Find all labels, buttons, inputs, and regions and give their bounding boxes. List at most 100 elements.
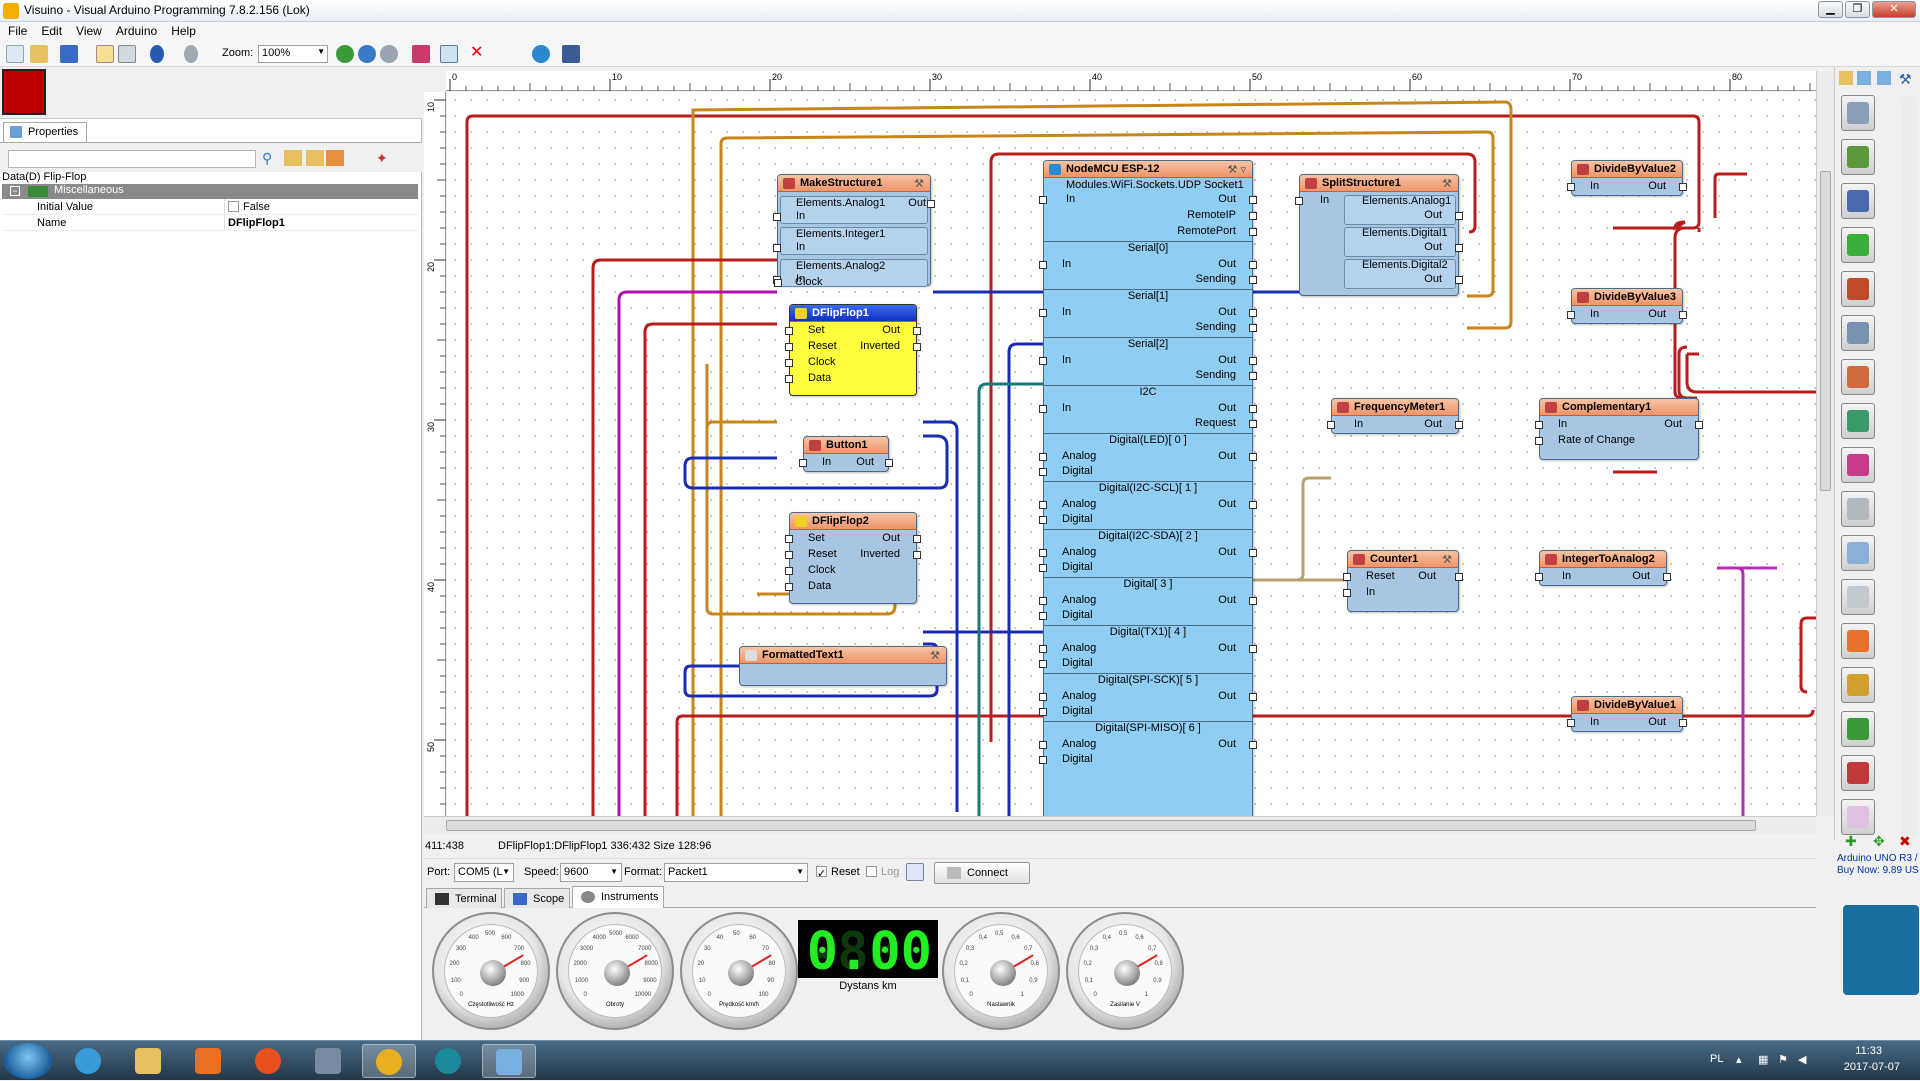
- input-pin[interactable]: Digital: [1039, 705, 1093, 717]
- tools-icon[interactable]: ⚒ ▿: [1228, 163, 1246, 176]
- input-pin[interactable]: Analog: [1038, 450, 1096, 462]
- input-pin[interactable]: In: [1534, 418, 1567, 430]
- language-indicator[interactable]: PL: [1710, 1053, 1723, 1065]
- output-pin[interactable]: Out: [856, 456, 893, 468]
- maximize-button[interactable]: ❐: [1845, 1, 1870, 18]
- input-pin[interactable]: Analog: [1038, 642, 1096, 654]
- input-pin[interactable]: Digital: [1039, 513, 1093, 525]
- tools-icon[interactable]: ⚒: [1442, 553, 1452, 566]
- input-pin[interactable]: Digital: [1039, 561, 1093, 573]
- output-pin[interactable]: Out: [908, 197, 935, 209]
- component-header[interactable]: DivideByValue2: [1572, 161, 1682, 178]
- component-header[interactable]: SplitStructure1 ⚒: [1300, 175, 1458, 192]
- output-pin[interactable]: Sending: [1196, 369, 1258, 381]
- output-pin[interactable]: Out: [1218, 690, 1257, 702]
- reset-checkbox[interactable]: ✓ Reset: [816, 866, 860, 880]
- input-pin[interactable]: Digital: [1039, 657, 1093, 669]
- output-pin[interactable]: Out: [1218, 193, 1257, 205]
- sort-icon[interactable]: [326, 150, 344, 166]
- property-row[interactable]: Name DFlipFlop1: [2, 215, 418, 231]
- output-pin[interactable]: Out: [1424, 241, 1463, 253]
- speaker-icon[interactable]: ◀: [1798, 1053, 1806, 1066]
- category-miscellaneous[interactable]: − Miscellaneous: [2, 184, 418, 199]
- component-header[interactable]: Complementary1: [1540, 399, 1698, 416]
- filter-icon[interactable]: ⚲: [262, 150, 280, 166]
- output-pin[interactable]: Out: [1218, 546, 1257, 558]
- tab-properties[interactable]: Properties: [3, 122, 87, 142]
- palette-category-button[interactable]: [1841, 799, 1875, 835]
- output-pin[interactable]: Out: [1218, 642, 1257, 654]
- property-row[interactable]: Initial Value False: [2, 199, 418, 215]
- output-pin[interactable]: Out: [1218, 402, 1257, 414]
- menu-arduino[interactable]: Arduino: [108, 22, 163, 38]
- input-pin[interactable]: Set: [785, 324, 825, 336]
- output-pin[interactable]: Out: [1218, 594, 1257, 606]
- output-pin[interactable]: Inverted: [860, 340, 921, 352]
- palette-category-button[interactable]: [1841, 95, 1875, 131]
- output-pin[interactable]: Out: [1424, 209, 1463, 221]
- component-header[interactable]: NodeMCU ESP-12 ⚒ ▿: [1044, 161, 1252, 178]
- input-pin[interactable]: Reset: [785, 340, 837, 352]
- make-structure-component[interactable]: MakeStructure1 ⚒ Elements.Analog1 In Elem…: [772, 174, 935, 287]
- input-pin[interactable]: In: [1294, 194, 1329, 206]
- palette-category-button[interactable]: [1841, 315, 1875, 351]
- open-file-icon[interactable]: [30, 45, 48, 63]
- output-pin[interactable]: Out: [1218, 306, 1257, 318]
- arduino-board-image[interactable]: [1843, 905, 1919, 995]
- log-checkbox[interactable]: Log: [866, 866, 899, 878]
- component-header[interactable]: DFlipFlop1: [790, 305, 916, 322]
- globe-icon[interactable]: [532, 45, 550, 63]
- clock-pin[interactable]: Clock: [774, 276, 823, 288]
- menu-edit[interactable]: Edit: [33, 22, 68, 38]
- input-pin[interactable]: Reset: [1343, 570, 1395, 582]
- output-pin[interactable]: Out: [1218, 450, 1257, 462]
- input-pin[interactable]: Rate of Change: [1534, 434, 1635, 446]
- component-header[interactable]: Button1: [804, 437, 888, 454]
- new-file-icon[interactable]: [6, 45, 24, 63]
- output-pin[interactable]: Out: [1218, 354, 1257, 366]
- input-pin[interactable]: In: [1342, 586, 1375, 598]
- menu-view[interactable]: View: [68, 22, 108, 38]
- palette-category-button[interactable]: [1841, 623, 1875, 659]
- palette-category-button[interactable]: [1841, 755, 1875, 791]
- output-pin[interactable]: Out: [1632, 570, 1671, 582]
- property-value[interactable]: DFlipFlop1: [228, 217, 285, 229]
- tray-arrow-icon[interactable]: ▴: [1736, 1053, 1742, 1066]
- minimize-button[interactable]: ▁: [1818, 1, 1843, 18]
- scroll-thumb[interactable]: [446, 820, 1756, 831]
- component-thumbnail[interactable]: [2, 69, 46, 115]
- tools-icon[interactable]: ⚒: [1899, 71, 1912, 88]
- component-header[interactable]: Counter1 ⚒: [1348, 551, 1458, 568]
- checkbox[interactable]: [866, 866, 877, 877]
- layout-icon[interactable]: [96, 45, 114, 63]
- output-pin[interactable]: Out: [882, 324, 921, 336]
- folder-icon[interactable]: [1877, 71, 1891, 85]
- palette-category-button[interactable]: [1841, 227, 1875, 263]
- palette-category-button[interactable]: [1841, 183, 1875, 219]
- scroll-thumb[interactable]: [1820, 171, 1831, 491]
- remove-icon[interactable]: ✖: [1899, 833, 1911, 850]
- input-pin[interactable]: Analog: [1038, 498, 1096, 510]
- arduino-taskbar-button[interactable]: [422, 1044, 476, 1078]
- complementary-component[interactable]: Complementary1 In Rate of Change Out: [1534, 398, 1703, 460]
- explorer-taskbar-button[interactable]: [122, 1044, 176, 1078]
- palette-category-button[interactable]: [1841, 359, 1875, 395]
- input-pin[interactable]: Data: [784, 372, 831, 384]
- palette-category-button[interactable]: [1841, 139, 1875, 175]
- component-header[interactable]: DivideByValue1: [1572, 697, 1682, 714]
- expand-all-icon[interactable]: [284, 150, 302, 166]
- board-info-icon[interactable]: [562, 45, 580, 63]
- log-file-icon[interactable]: [906, 863, 924, 881]
- input-pin[interactable]: Analog: [1038, 594, 1096, 606]
- speed-select[interactable]: 9600 ▼: [560, 863, 622, 882]
- output-pin[interactable]: Request: [1195, 417, 1257, 429]
- palette-category-button[interactable]: [1841, 711, 1875, 747]
- tab-terminal[interactable]: Terminal: [426, 888, 502, 908]
- tab-instruments[interactable]: Instruments: [572, 886, 664, 908]
- palette-category-button[interactable]: [1841, 667, 1875, 703]
- input-pin[interactable]: In: [1038, 306, 1071, 318]
- pin-icon[interactable]: ✦: [376, 150, 394, 166]
- redo-icon[interactable]: [184, 45, 198, 63]
- collapse-icon[interactable]: −: [10, 186, 20, 196]
- input-pin[interactable]: Analog: [1038, 738, 1096, 750]
